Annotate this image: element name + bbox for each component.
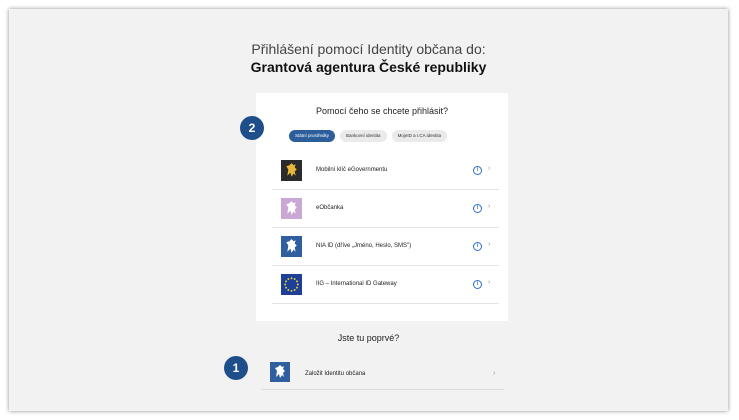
option-label: Mobilní klíč eGovernmentu [316, 167, 388, 173]
eu-flag-icon [281, 274, 302, 295]
page-lead: Přihlášení pomocí Identity občana do: [251, 41, 486, 57]
czech-lion-lilac-icon [281, 198, 302, 219]
info-icon[interactable]: i [473, 280, 482, 289]
tab-bankovni-identita[interactable]: Bankovní identita [340, 130, 387, 142]
czech-lion-blue-icon [281, 236, 302, 257]
info-icon[interactable]: i [473, 204, 482, 213]
option-label: eObčanka [316, 205, 344, 211]
info-icon[interactable]: i [473, 166, 482, 175]
chevron-right-icon: › [488, 279, 491, 286]
page-frame: Přihlášení pomocí Identity občana do: Gr… [9, 9, 728, 411]
tab-statni-prostredky[interactable]: Státní prostředky [289, 130, 336, 142]
option-eobcanka[interactable]: eObčanka i › [272, 190, 499, 228]
tab-mojeid-ica[interactable]: MojeID a I.CA identita [391, 130, 448, 142]
organization-name: Grantová agentura České republiky [250, 59, 487, 75]
option-label: IIG – International ID Gateway [316, 281, 397, 287]
chevron-right-icon: › [488, 203, 491, 210]
create-identity-label: Založit Identitu občana [305, 371, 366, 377]
create-identity-row[interactable]: Založit Identitu občana › [261, 358, 504, 390]
first-time-title: Jste tu poprvé? [337, 333, 400, 343]
chevron-right-icon: › [488, 165, 491, 172]
chevron-right-icon: › [488, 241, 491, 248]
login-method-title: Pomocí čeho se chcete přihlásit? [315, 106, 449, 116]
step-badge-1: 1 [224, 356, 248, 380]
option-label: NIA ID (dříve „Jméno, Heslo, SMS") [316, 243, 412, 249]
chevron-right-icon: › [493, 370, 496, 377]
option-nia-id[interactable]: NIA ID (dříve „Jméno, Heslo, SMS") i › [272, 228, 499, 266]
step-badge-2: 2 [240, 116, 264, 140]
option-mobilni-klic[interactable]: Mobilní klíč eGovernmentu i › [272, 152, 499, 190]
login-method-tabs: Státní prostředky Bankovní identita Moje… [289, 130, 448, 142]
page-header: Přihlášení pomocí Identity občana do: Gr… [9, 41, 728, 76]
czech-lion-blue-icon [270, 362, 290, 382]
info-icon[interactable]: i [473, 242, 482, 251]
option-iig[interactable]: IIG – International ID Gateway i › [272, 266, 499, 304]
czech-lion-dark-icon [281, 160, 302, 181]
